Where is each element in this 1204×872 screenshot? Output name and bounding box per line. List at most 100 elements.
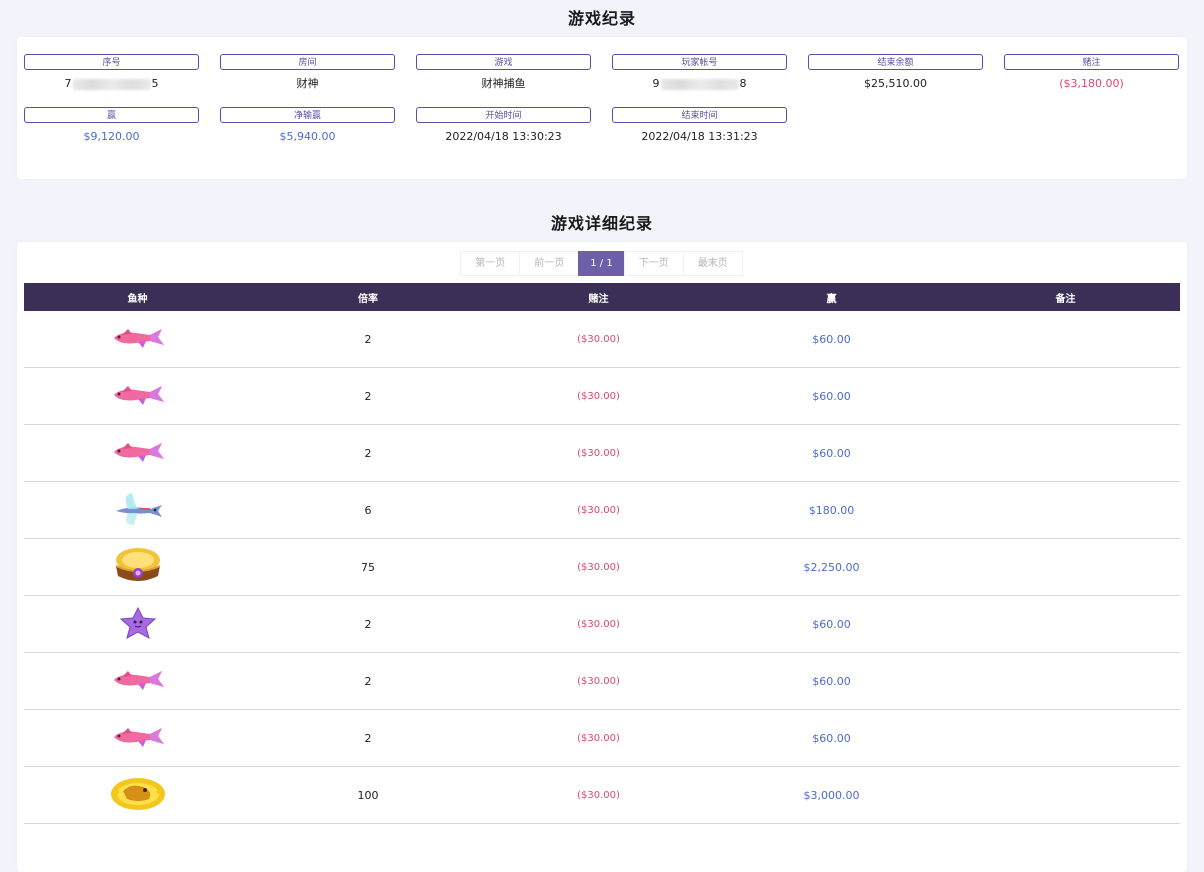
detail-title: 游戏详细纪录 (550, 214, 653, 233)
table-row: 2 ($30.00) $60.00 (24, 595, 1180, 653)
header-win: 赢 (826, 293, 837, 305)
multiplier-cell: 100 (251, 766, 485, 824)
note-cell (951, 595, 1180, 653)
summary-field-value: 财神捕鱼 (481, 77, 526, 90)
bet-cell: ($30.00) (485, 538, 712, 596)
summary-field-label: 玩家帐号 (612, 54, 787, 70)
summary-field-value: 75 (24, 77, 199, 91)
bet-cell: ($30.00) (485, 652, 712, 710)
summary-field-value: ($3,180.00) (1059, 77, 1124, 90)
table-row: 2 ($30.00) $60.00 (24, 652, 1180, 710)
summary-field-value: $25,510.00 (864, 77, 927, 90)
current-page-indicator: 1 / 1 (578, 251, 625, 276)
fish-cell (24, 481, 251, 539)
note-cell (951, 538, 1180, 596)
win-cell: $3,000.00 (712, 766, 951, 824)
header-bet: 赌注 (588, 293, 609, 305)
summary-field: 净输赢 $5,940.00 (220, 107, 395, 144)
table-row: 75 ($30.00) $2,250.00 (24, 538, 1180, 596)
pagination: 第一页 前一页 1 / 1 下一页 最末页 (17, 251, 1187, 276)
multiplier-cell: 6 (251, 481, 485, 539)
masked-value (660, 78, 739, 90)
value-prefix: 9 (652, 77, 660, 90)
treasure-bowl-icon (110, 546, 166, 589)
summary-field: 房间 财神 (220, 54, 395, 91)
note-cell (951, 766, 1180, 824)
fish-cell (24, 367, 251, 425)
bet-cell: ($30.00) (485, 595, 712, 653)
note-cell (951, 709, 1180, 767)
summary-card: 序号 7 5 房间 财神 游戏 财神捕鱼 玩家帐号 9 8 结束余额 $25,510.00 赌注 ($3,… (17, 37, 1187, 179)
detail-table: 鱼种 倍率 赌注 赢 备注 2 ($30.00) $60.00 2 ($30.00) $6… (24, 283, 1180, 824)
summary-field: 玩家帐号 9 8 (612, 54, 787, 91)
golden-toad-icon (109, 777, 167, 814)
fish-cell (24, 538, 251, 596)
summary-field-label: 结束时间 (612, 107, 787, 123)
fish-cell (24, 595, 251, 653)
note-cell (951, 652, 1180, 710)
summary-field: 序号 7 5 (24, 54, 199, 91)
summary-field-value: $9,120.00 (83, 130, 140, 143)
multiplier-cell: 2 (251, 652, 485, 710)
detail-card: 第一页 前一页 1 / 1 下一页 最末页 鱼种 倍率 赌注 赢 备注 2 ($3… (17, 242, 1187, 872)
multiplier-cell: 2 (251, 311, 485, 368)
value-suffix: 5 (151, 77, 159, 90)
summary-field-label: 游戏 (416, 54, 591, 70)
next-page-button[interactable]: 下一页 (623, 251, 684, 276)
starfish-icon (118, 606, 158, 643)
summary-field-value: 98 (612, 77, 787, 91)
value-suffix: 8 (739, 77, 747, 90)
summary-field-label: 序号 (24, 54, 199, 70)
table-row: 100 ($30.00) $3,000.00 (24, 766, 1180, 824)
summary-grid: 序号 7 5 房间 财神 游戏 财神捕鱼 玩家帐号 9 8 结束余额 $25,510.00 赌注 ($3,… (24, 54, 1179, 144)
pink-fish-icon (110, 667, 166, 696)
win-cell: $60.00 (712, 367, 951, 425)
win-cell: $60.00 (712, 652, 951, 710)
bet-cell: ($30.00) (485, 481, 712, 539)
masked-value (72, 78, 151, 90)
summary-field-value: 2022/04/18 13:30:23 (445, 130, 562, 143)
summary-field: 结束余额 $25,510.00 (808, 54, 983, 91)
header-multiplier: 倍率 (358, 293, 378, 305)
note-cell (951, 424, 1180, 482)
win-cell: $60.00 (712, 424, 951, 482)
win-cell: $180.00 (712, 481, 951, 539)
note-cell (951, 311, 1180, 368)
bet-cell: ($30.00) (485, 424, 712, 482)
fish-cell (24, 652, 251, 710)
summary-field-label: 赢 (24, 107, 199, 123)
win-cell: $60.00 (712, 311, 951, 368)
first-page-button[interactable]: 第一页 (460, 251, 521, 276)
pink-fish-icon (110, 382, 166, 411)
note-cell (951, 481, 1180, 539)
multiplier-cell: 2 (251, 367, 485, 425)
table-row: 6 ($30.00) $180.00 (24, 481, 1180, 539)
header-note: 备注 (1055, 293, 1076, 305)
summary-field: 结束时间 2022/04/18 13:31:23 (612, 107, 787, 144)
win-cell: $2,250.00 (712, 538, 951, 596)
table-row: 2 ($30.00) $60.00 (24, 311, 1180, 368)
summary-field: 游戏 财神捕鱼 (416, 54, 591, 91)
pink-fish-icon (110, 724, 166, 753)
pink-fish-icon (110, 439, 166, 468)
summary-field-label: 开始时间 (416, 107, 591, 123)
prev-page-button[interactable]: 前一页 (519, 251, 580, 276)
last-page-button[interactable]: 最末页 (682, 251, 743, 276)
note-cell (951, 367, 1180, 425)
fish-cell (24, 424, 251, 482)
summary-field: 开始时间 2022/04/18 13:30:23 (416, 107, 591, 144)
bet-cell: ($30.00) (485, 766, 712, 824)
summary-field-value: $5,940.00 (279, 130, 336, 143)
fish-cell (24, 311, 251, 368)
table-row: 2 ($30.00) $60.00 (24, 367, 1180, 425)
summary-field-label: 净输赢 (220, 107, 395, 123)
win-cell: $60.00 (712, 709, 951, 767)
bet-cell: ($30.00) (485, 367, 712, 425)
value-prefix: 7 (64, 77, 72, 90)
summary-field-value: 2022/04/18 13:31:23 (641, 130, 758, 143)
flying-fish-icon (110, 491, 166, 530)
multiplier-cell: 2 (251, 595, 485, 653)
win-cell: $60.00 (712, 595, 951, 653)
pink-fish-icon (110, 325, 166, 354)
multiplier-cell: 2 (251, 424, 485, 482)
